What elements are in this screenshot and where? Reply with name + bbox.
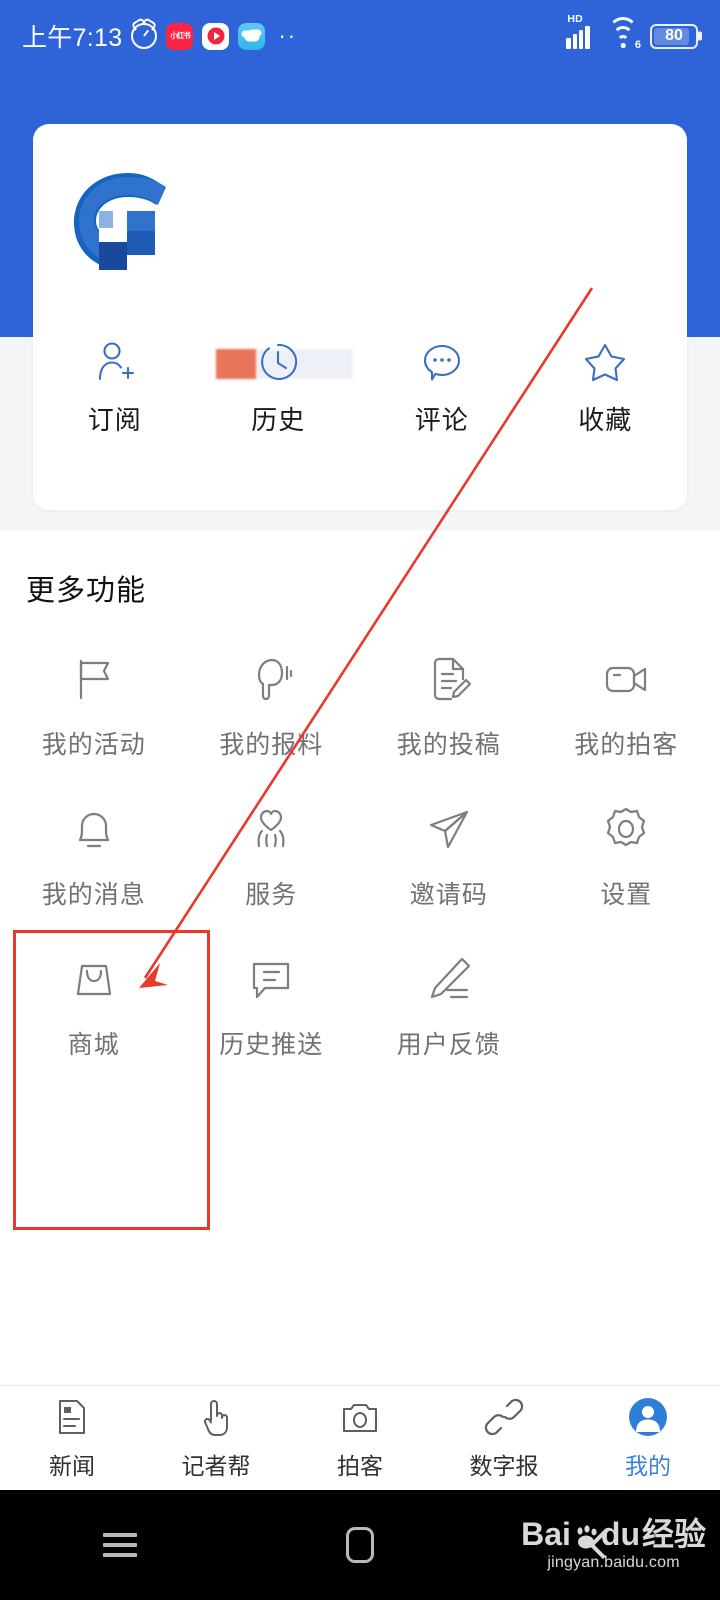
- grid-item-settings[interactable]: 设置: [538, 781, 716, 931]
- xiaohongshu-app-icon: 小红书: [166, 22, 194, 50]
- document-edit-icon: [423, 653, 475, 705]
- megaphone-icon: [245, 653, 297, 705]
- news-document-icon: [51, 1396, 93, 1438]
- hamburger-recents-icon: [103, 1533, 137, 1557]
- comment-bubble-icon: [419, 339, 465, 385]
- android-back-button[interactable]: [480, 1530, 720, 1560]
- back-chevron-icon: [588, 1530, 618, 1560]
- hd-label: HD: [567, 12, 583, 25]
- shopping-bag-icon: [68, 953, 120, 1005]
- heart-hands-icon: [245, 803, 297, 855]
- grid-item-my-tipoff[interactable]: 我的报料: [183, 631, 361, 781]
- nav-item-label: 新闻: [49, 1452, 95, 1479]
- nav-item-label: 拍客: [337, 1452, 383, 1479]
- nav-item-label: 数字报: [469, 1452, 539, 1479]
- status-overflow-dots: ··: [278, 23, 298, 48]
- nav-item-digital-paper[interactable]: 数字报: [432, 1396, 576, 1481]
- grid-item-my-submission[interactable]: 我的投稿: [360, 631, 538, 781]
- wifi-icon: 6: [607, 16, 641, 51]
- home-square-icon: [346, 1527, 374, 1563]
- profile-card: 订阅 历史 评论 收藏: [33, 124, 687, 510]
- grid-item-service[interactable]: 服务: [183, 781, 361, 931]
- video-camera-icon: [600, 653, 652, 705]
- grid-item-user-feedback[interactable]: 用户反馈: [360, 931, 538, 1081]
- status-time: 上午7:13: [22, 24, 123, 52]
- video-app-icon: [202, 22, 230, 50]
- nav-item-profile[interactable]: 我的: [576, 1396, 720, 1481]
- pointing-hand-icon: [195, 1396, 237, 1438]
- quick-action-comments[interactable]: 评论: [360, 339, 524, 437]
- profile-header: [33, 124, 687, 379]
- link-chain-icon: [483, 1396, 525, 1438]
- nav-item-news[interactable]: 新闻: [0, 1396, 144, 1481]
- android-navigation-bar: Bai du 经验 jingyan.baidu.com: [0, 1490, 720, 1600]
- quick-action-history[interactable]: 历史: [197, 339, 361, 437]
- quick-action-subscribe[interactable]: 订阅: [33, 339, 197, 437]
- cellular-signal-icon: HD: [566, 13, 596, 49]
- quick-action-label: 历史: [251, 405, 306, 435]
- user-profile-icon: [627, 1396, 669, 1438]
- more-functions-section: 更多功能 我的活动 我的报料 我的投稿 我的拍客 我的消息 服务 邀请码 设置 …: [0, 530, 720, 1390]
- grid-item-label: 服务: [245, 881, 298, 909]
- quick-action-label: 评论: [414, 405, 469, 435]
- grid-item-my-activity[interactable]: 我的活动: [5, 631, 183, 781]
- status-bar-right: HD 6 80: [566, 13, 698, 51]
- cloud-app-icon: [238, 22, 266, 50]
- quick-action-favorites[interactable]: 收藏: [524, 339, 688, 437]
- grid-item-label: 我的消息: [41, 881, 146, 909]
- nav-item-camera[interactable]: 拍客: [288, 1396, 432, 1481]
- camera-icon: [339, 1396, 381, 1438]
- pencil-write-icon: [423, 953, 475, 1005]
- clock-history-icon: [255, 339, 301, 385]
- android-recents-button[interactable]: [0, 1533, 240, 1557]
- bell-icon: [68, 803, 120, 855]
- user-add-icon: [92, 339, 138, 385]
- grid-item-push-history[interactable]: 历史推送: [183, 931, 361, 1081]
- section-title: 更多功能: [26, 575, 147, 607]
- grid-item-label: 用户反馈: [396, 1031, 501, 1059]
- nav-item-reporter-help[interactable]: 记者帮: [144, 1396, 288, 1481]
- grid-item-label: 历史推送: [219, 1031, 324, 1059]
- quick-action-label: 收藏: [578, 405, 633, 435]
- grid-item-label: 我的报料: [219, 731, 324, 759]
- grid-item-label: 商城: [67, 1031, 120, 1059]
- grid-item-label: 我的投稿: [396, 731, 501, 759]
- message-lines-icon: [245, 953, 297, 1005]
- paper-plane-icon: [423, 803, 475, 855]
- flag-icon: [68, 653, 120, 705]
- more-functions-grid: 我的活动 我的报料 我的投稿 我的拍客 我的消息 服务 邀请码 设置 商城 历史…: [0, 631, 720, 1081]
- battery-percent-label: 80: [665, 27, 683, 44]
- android-home-button[interactable]: [240, 1527, 480, 1563]
- bottom-navigation: 新闻 记者帮 拍客 数字报 我的: [0, 1385, 720, 1490]
- grid-item-label: 我的拍客: [574, 731, 679, 759]
- gear-icon: [600, 803, 652, 855]
- status-bar-left: 上午7:13 小红书 ··: [22, 18, 566, 54]
- status-bar: 上午7:13 小红书 ·· HD 6 80: [0, 0, 720, 72]
- star-icon: [582, 339, 628, 385]
- wifi-generation-label: 6: [634, 38, 641, 51]
- app-logo-avatar[interactable]: [66, 169, 186, 274]
- quick-actions-row: 订阅 历史 评论 收藏: [33, 339, 687, 437]
- nav-item-label: 记者帮: [181, 1452, 251, 1479]
- grid-item-label: 邀请码: [409, 881, 488, 909]
- grid-item-label: 设置: [600, 881, 653, 909]
- grid-item-invite-code[interactable]: 邀请码: [360, 781, 538, 931]
- alarm-clock-icon: [131, 23, 158, 49]
- watermark-url: jingyan.baidu.com: [547, 1554, 680, 1571]
- nav-item-label: 我的: [625, 1452, 671, 1479]
- grid-item-my-messages[interactable]: 我的消息: [5, 781, 183, 931]
- quick-action-label: 订阅: [87, 405, 142, 435]
- battery-icon: 80: [650, 23, 698, 49]
- grid-item-label: 我的活动: [41, 731, 146, 759]
- grid-item-mall[interactable]: 商城: [5, 931, 183, 1081]
- grid-item-my-videos[interactable]: 我的拍客: [538, 631, 716, 781]
